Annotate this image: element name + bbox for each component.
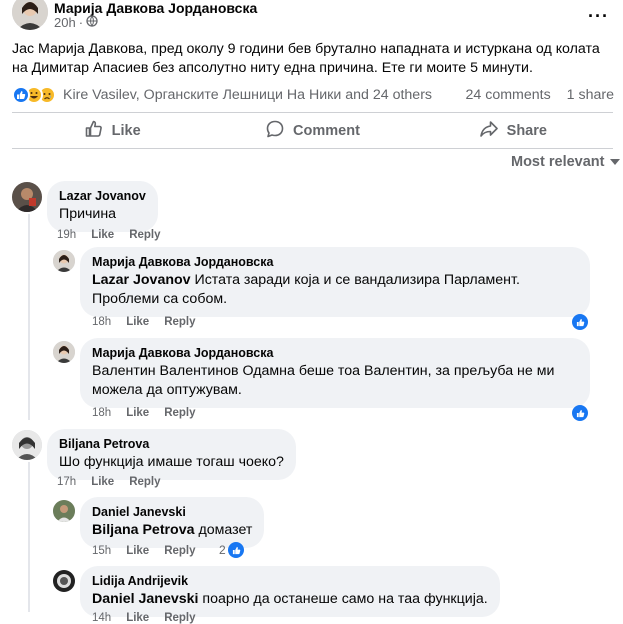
comment-like-button[interactable]: Like [91, 476, 114, 488]
thread-line [28, 214, 30, 420]
mention-link[interactable]: Biljana Petrova [92, 522, 195, 538]
comment-author[interactable]: Марија Давкова Јордановска [92, 345, 578, 361]
comment-meta: 19h Like Reply [57, 229, 161, 241]
like-button[interactable]: Like [12, 117, 212, 145]
comment-text: Шо функција имаше тогаш чоеко? [59, 454, 284, 470]
comment-time[interactable]: 17h [57, 476, 76, 488]
comment-like-button[interactable]: Like [126, 407, 149, 419]
comment-bubble: Daniel Janevski Biljana Petrova домазет [80, 497, 265, 548]
divider-bottom [12, 148, 613, 149]
mention-link[interactable]: Daniel Janevski [92, 591, 198, 607]
comment-like-button[interactable]: Like [91, 229, 114, 241]
globe-icon [86, 15, 98, 30]
commenter-avatar[interactable] [53, 341, 75, 363]
reaction-icons[interactable] [12, 86, 56, 104]
comment-time[interactable]: 18h [92, 407, 111, 419]
comment-meta: 14h Like Reply [92, 612, 196, 624]
like-reaction-icon[interactable] [228, 542, 244, 558]
comment-bubble: Марија Давкова Јордановска Lazar Jovanov… [80, 247, 590, 317]
comment-like-button[interactable]: Like [126, 545, 149, 557]
divider-top [12, 112, 613, 113]
commenter-avatar[interactable] [53, 500, 75, 522]
post-stats: 24 comments 1 share [466, 87, 615, 103]
comment-author[interactable]: Марија Давкова Јордановска [92, 254, 578, 270]
like-reaction-icon[interactable] [572, 405, 588, 421]
thumbs-up-icon [84, 119, 104, 143]
like-reaction-icon [12, 86, 30, 104]
comment-sort-dropdown[interactable]: Most relevant [511, 154, 621, 170]
comment-text: Lazar Jovanov Истата заради која и се ва… [92, 271, 578, 309]
reactions-bar: Kire Vasilev, Органските Лешници На Ники… [12, 85, 614, 105]
sort-label: Most relevant [511, 154, 605, 170]
comment-meta: 18h Like Reply [92, 407, 196, 419]
comment-button-label: Comment [293, 123, 360, 139]
comment-time[interactable]: 19h [57, 229, 76, 241]
like-reaction-icon[interactable] [572, 314, 588, 330]
share-button[interactable]: Share [413, 117, 613, 145]
share-icon [479, 119, 499, 143]
comment-button[interactable]: Comment [212, 117, 412, 145]
comment-reply-button[interactable]: Reply [129, 476, 160, 488]
commenter-avatar[interactable] [53, 570, 75, 592]
thread-line [28, 462, 30, 612]
comment-text: Валентин Валентинов Одамна беше тоа Вале… [92, 363, 555, 398]
reaction-names[interactable]: Kire Vasilev, Органските Лешници На Ники… [63, 87, 466, 103]
comment-text: Причина [59, 206, 117, 222]
comment-reply-button[interactable]: Reply [129, 229, 160, 241]
comment-reply-button[interactable]: Reply [164, 407, 195, 419]
post-meta: 20h · [54, 15, 98, 30]
comment-author[interactable]: Daniel Janevski [92, 504, 252, 520]
comment-text-body: домазет [194, 522, 253, 538]
comment-text: Biljana Petrova домазет [92, 521, 252, 540]
author-avatar[interactable] [12, 0, 48, 30]
commenter-avatar[interactable] [12, 182, 42, 212]
comment-reply-button[interactable]: Reply [164, 545, 195, 557]
post-actions: Like Comment Share [12, 117, 613, 145]
comment-bubble: Марија Давкова Јордановска Валентин Вале… [80, 338, 590, 408]
mention-link[interactable]: Lazar Jovanov [92, 272, 191, 288]
comments-count[interactable]: 24 comments [466, 87, 551, 103]
comment-author[interactable]: Biljana Petrova [59, 436, 284, 452]
shares-count[interactable]: 1 share [567, 87, 614, 103]
post-text: Јас Марија Давкова, пред околу 9 години … [12, 41, 600, 76]
comment-bubble: Lidija Andrijevik Daniel Janevski поарно… [80, 566, 500, 617]
comment-time[interactable]: 18h [92, 316, 111, 328]
comment-meta: 15h Like Reply [92, 545, 196, 557]
comment-bubble: Biljana Petrova Шо функција имаше тогаш … [47, 429, 296, 480]
comment-icon [265, 119, 285, 143]
comment-like-button[interactable]: Like [126, 316, 149, 328]
comment-text-body: поарно да останеше само на таа функција. [198, 591, 488, 607]
more-icon[interactable]: ··· [588, 6, 609, 27]
like-button-label: Like [111, 123, 141, 139]
comment-time[interactable]: 14h [92, 612, 111, 624]
comment-like-button[interactable]: Like [126, 612, 149, 624]
comment-meta: 17h Like Reply [57, 476, 161, 488]
comment-author[interactable]: Lidija Andrijevik [92, 573, 488, 589]
share-button-label: Share [506, 123, 547, 139]
chevron-down-icon [610, 154, 621, 170]
comment-reply-button[interactable]: Reply [164, 612, 195, 624]
comment-time[interactable]: 15h [92, 545, 111, 557]
comment-bubble: Lazar Jovanov Причина [47, 181, 158, 232]
post-author[interactable]: Марија Давкова Јордановска [54, 0, 257, 16]
comment-text: Daniel Janevski поарно да останеше само … [92, 590, 488, 609]
reaction-count[interactable]: 2 [219, 543, 226, 557]
commenter-avatar[interactable] [53, 250, 75, 272]
post-time[interactable]: 20h [54, 15, 76, 30]
commenter-avatar[interactable] [12, 430, 42, 460]
comment-meta: 18h Like Reply [92, 316, 196, 328]
comment-reply-button[interactable]: Reply [164, 316, 195, 328]
comment-author[interactable]: Lazar Jovanov [59, 188, 146, 204]
